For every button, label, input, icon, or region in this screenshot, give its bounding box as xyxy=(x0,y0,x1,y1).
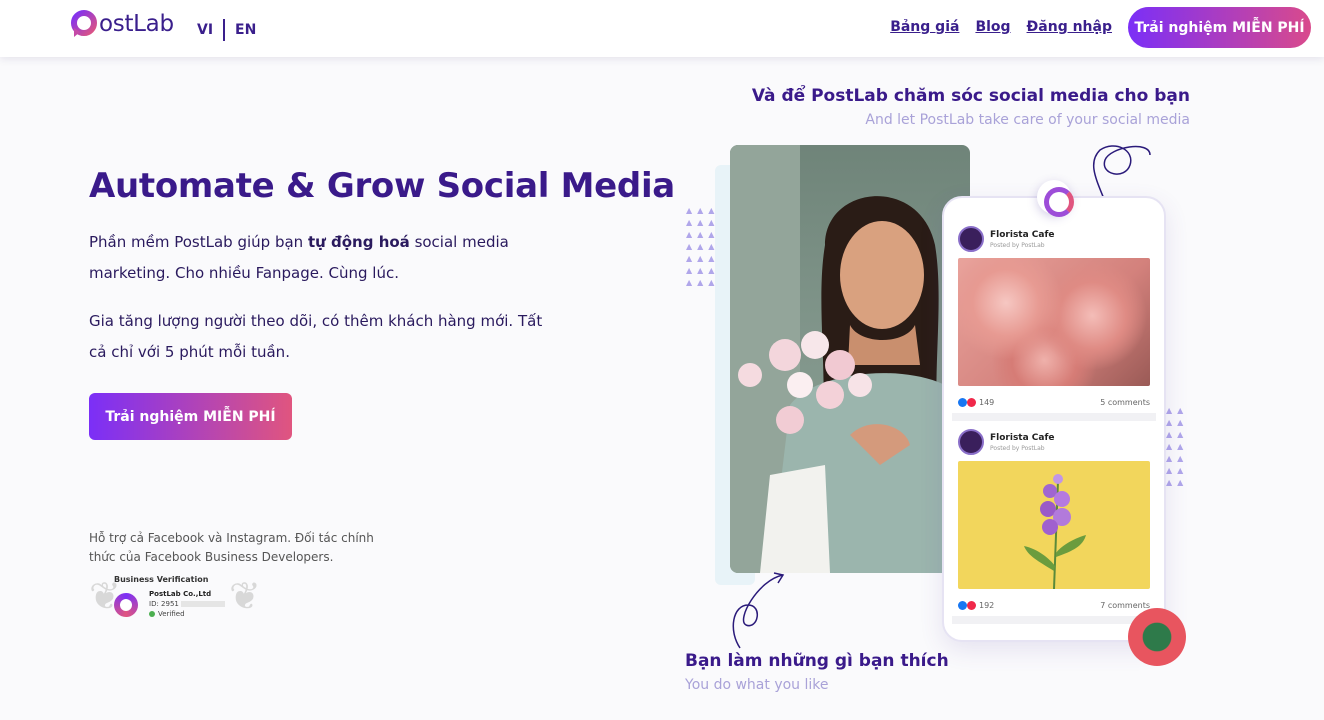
hero-desc-text-a: Phần mềm PostLab giúp bạn xyxy=(89,233,308,251)
purple-flower-image xyxy=(958,461,1150,590)
comment-count: 7 comments xyxy=(1100,601,1150,610)
hero-description-1: Phần mềm PostLab giúp bạn tự động hoá so… xyxy=(89,227,549,289)
business-verification-badge: ❦ ❦ Business Verification PostLab Co.,Lt… xyxy=(89,571,261,623)
nav-pricing-link[interactable]: Bảng giá xyxy=(890,19,959,35)
top-nav: Bảng giá Blog Đăng nhập xyxy=(890,19,1112,35)
site-header: ostLab VI EN Bảng giá Blog Đăng nhập Trả… xyxy=(0,0,1324,57)
postlab-phone-logo-icon xyxy=(1037,180,1074,217)
like-icon xyxy=(958,601,967,610)
feed-post: Florista Cafe Posted by PostLab 192 7 co… xyxy=(952,421,1156,624)
post-header: Florista Cafe Posted by PostLab xyxy=(952,218,1156,258)
love-icon xyxy=(967,601,976,610)
nav-blog-link[interactable]: Blog xyxy=(975,19,1010,35)
decor-flower-icon xyxy=(1128,608,1186,666)
header-free-trial-button[interactable]: Trải nghiệm MIỄN PHÍ xyxy=(1128,7,1311,48)
verification-company: PostLab Co.,Ltd xyxy=(149,590,212,598)
caption-top-en: And let PostLab take care of your social… xyxy=(865,112,1190,128)
post-meta: Florista Cafe Posted by PostLab xyxy=(990,230,1055,249)
post-byline: Posted by PostLab xyxy=(990,241,1045,249)
comment-count: 5 comments xyxy=(1100,398,1150,407)
postlab-logo-icon xyxy=(71,10,97,37)
like-icon xyxy=(958,398,967,407)
logo-text: ostLab xyxy=(99,11,174,37)
swirl-arrow-bottom-icon xyxy=(732,572,785,649)
hero-title: Automate & Grow Social Media xyxy=(89,166,675,206)
reaction-count: 192 xyxy=(979,601,995,610)
caption-top-vi: Và để PostLab chăm sóc social media cho … xyxy=(751,86,1190,106)
post-reactions: 192 xyxy=(958,601,994,610)
postlab-logo[interactable]: ostLab xyxy=(70,10,174,38)
verification-id: ID: 2951 xyxy=(149,600,225,608)
page-avatar xyxy=(958,226,984,252)
verification-title: Business Verification xyxy=(114,575,209,584)
post-reactions: 149 xyxy=(958,398,994,407)
post-page-name: Florista Cafe xyxy=(990,229,1055,240)
verification-id-text: ID: 2951 xyxy=(149,600,179,608)
verified-status: Verified xyxy=(149,610,185,618)
post-footer: 192 7 comments xyxy=(952,589,1156,610)
caption-top: Và để PostLab chăm sóc social media cho … xyxy=(752,86,1190,128)
page-avatar xyxy=(958,429,984,455)
hero-description-2: Gia tăng lượng người theo dõi, có thêm k… xyxy=(89,312,543,361)
woman-with-flowers-image xyxy=(730,145,970,573)
phone-feed: Florista Cafe Posted by PostLab 149 5 co… xyxy=(952,218,1156,624)
lang-divider xyxy=(223,19,226,41)
post-meta: Florista Cafe Posted by PostLab xyxy=(990,433,1055,452)
language-switcher: VI EN xyxy=(197,19,256,41)
lang-en-link[interactable]: EN xyxy=(235,22,256,38)
pink-roses-image xyxy=(958,258,1150,386)
post-page-name: Florista Cafe xyxy=(990,432,1055,443)
caption-bottom-en: You do what you like xyxy=(685,677,829,693)
caption-bottom-vi: Bạn làm những gì bạn thích xyxy=(685,651,949,671)
support-note: Hỗ trợ cả Facebook và Instagram. Đối tác… xyxy=(89,531,374,564)
decor-dots-right: ▲▲ ▲▲ ▲▲ ▲▲ ▲▲ ▲▲ ▲▲ xyxy=(1166,406,1189,487)
phone-mockup: Florista Cafe Posted by PostLab 149 5 co… xyxy=(942,196,1166,642)
postlab-badge-icon xyxy=(114,593,138,617)
nav-login-link[interactable]: Đăng nhập xyxy=(1027,19,1112,35)
reaction-count: 149 xyxy=(979,398,995,407)
post-header: Florista Cafe Posted by PostLab xyxy=(952,421,1156,461)
hero-desc-bold: tự động hoá xyxy=(307,233,410,251)
laurel-right-icon: ❦ xyxy=(229,574,261,618)
post-byline: Posted by PostLab xyxy=(990,444,1045,452)
redacted-id xyxy=(180,601,225,607)
feed-post: Florista Cafe Posted by PostLab 149 5 co… xyxy=(952,218,1156,421)
post-footer: 149 5 comments xyxy=(952,386,1156,407)
lang-vi-link[interactable]: VI xyxy=(197,22,213,38)
caption-bottom: Bạn làm những gì bạn thích You do what y… xyxy=(685,651,949,693)
love-icon xyxy=(967,398,976,407)
hero-free-trial-button[interactable]: Trải nghiệm MIỄN PHÍ xyxy=(89,393,292,440)
